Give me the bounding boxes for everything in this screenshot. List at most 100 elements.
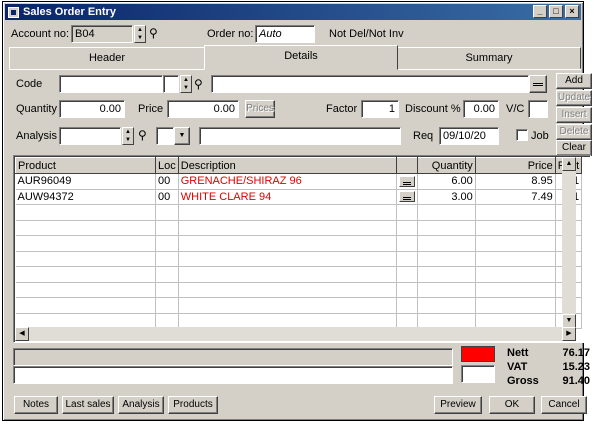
clear-button[interactable]: Clear [556, 140, 592, 156]
ok-button[interactable]: OK [489, 396, 535, 414]
cell-loc: 00 [155, 189, 179, 205]
analysis-label: Analysis [16, 130, 57, 142]
analysis-description-field[interactable] [199, 127, 401, 145]
table-row[interactable] [15, 251, 583, 267]
table-row[interactable] [15, 235, 583, 252]
table-row[interactable] [15, 266, 583, 283]
factor-field[interactable]: 1 [361, 100, 399, 118]
list-dropdown-icon[interactable] [529, 75, 547, 93]
chevron-down-icon[interactable]: ▼ [174, 127, 190, 145]
close-button[interactable]: × [565, 5, 579, 18]
col-loc[interactable]: Loc [155, 157, 179, 174]
analysis-field[interactable] [59, 127, 121, 145]
cell-product: AUR96049 [15, 173, 156, 190]
status-field-1 [13, 348, 453, 366]
quantity-label: Quantity [16, 103, 57, 115]
order-status: Not Del/Not Inv [329, 28, 404, 40]
nett-value: 76.17 [562, 347, 590, 359]
analysis-button[interactable]: Analysis [118, 396, 164, 414]
req-date-field[interactable]: 09/10/20 [439, 127, 499, 145]
list-dropdown-icon[interactable] [396, 173, 418, 190]
table-row[interactable]: AUR96049 00 GRENACHE/SHIRAZ 96 6.00 8.95… [15, 173, 583, 190]
cell-description: WHITE CLARE 94 [178, 189, 397, 205]
table-row[interactable] [15, 220, 583, 236]
code-spinner[interactable]: ▲ ▼ [180, 75, 192, 93]
req-label: Req [413, 130, 434, 142]
price-label: Price [138, 103, 164, 115]
horizontal-scrollbar[interactable]: ◀ ▶ [15, 327, 576, 341]
window-title: Sales Order Entry [23, 6, 116, 18]
account-spinner[interactable]: ▲ ▼ [134, 25, 146, 43]
discount-field[interactable]: 0.00 [463, 100, 499, 118]
job-label: Job [531, 130, 549, 142]
account-label: Account no: [11, 28, 70, 40]
cancel-button[interactable]: Cancel [541, 396, 587, 414]
cell-description: GRENACHE/SHIRAZ 96 [178, 173, 397, 190]
scroll-down-icon[interactable]: ▼ [562, 314, 576, 328]
order-label: Order no: [207, 28, 254, 40]
title-bar: Sales Order Entry _ □ × [5, 4, 581, 20]
gross-label: Gross [507, 375, 539, 387]
col-quantity[interactable]: Quantity [416, 157, 476, 174]
cell-product: AUW94372 [15, 189, 156, 205]
cell-quantity: 3.00 [417, 189, 476, 205]
vat-label: VAT [507, 361, 528, 373]
code-field-suffix[interactable] [163, 75, 179, 93]
analysis-spinner[interactable]: ▲ ▼ [122, 127, 134, 145]
insert-button[interactable]: Insert [556, 107, 592, 123]
delete-button[interactable]: Delete [556, 124, 592, 140]
status-indicator [461, 346, 495, 362]
account-field[interactable]: B04 [71, 25, 133, 43]
preview-button[interactable]: Preview [434, 396, 482, 414]
cell-price: 8.95 [475, 173, 556, 190]
tab-details[interactable]: Details [204, 45, 398, 70]
list-dropdown-icon[interactable] [396, 189, 418, 205]
code-description-field[interactable] [211, 75, 529, 93]
factor-label: Factor [326, 103, 358, 115]
col-price[interactable]: Price [474, 157, 556, 174]
gross-value: 91.40 [562, 375, 590, 387]
status-field-2 [13, 366, 453, 384]
discount-label: Discount % [405, 103, 461, 115]
code-label: Code [16, 78, 43, 90]
binoculars-icon[interactable]: ⚲ [138, 127, 147, 143]
col-description[interactable]: Description [177, 157, 397, 174]
col-product[interactable]: Product [15, 157, 156, 174]
code-field[interactable] [59, 75, 163, 93]
tab-summary[interactable]: Summary [397, 47, 581, 69]
app-icon [8, 6, 19, 18]
last-sales-button[interactable]: Last sales [62, 396, 114, 414]
add-button[interactable]: Add [556, 73, 592, 89]
binoculars-icon[interactable]: ⚲ [149, 25, 158, 41]
vc-field[interactable] [528, 100, 548, 118]
update-button[interactable]: Update [556, 90, 592, 106]
prices-button[interactable]: Prices [245, 100, 275, 118]
job-checkbox[interactable] [516, 129, 528, 141]
maximize-button[interactable]: □ [549, 5, 563, 18]
cell-price: 7.49 [475, 189, 556, 205]
table-row[interactable] [15, 204, 583, 221]
minimize-button[interactable]: _ [533, 5, 547, 18]
table-row[interactable]: AUW94372 00 WHITE CLARE 94 3.00 7.49 1 [15, 189, 583, 205]
scroll-up-icon[interactable]: ▲ [562, 157, 576, 171]
vc-label: V/C [506, 103, 525, 115]
col-lookup [395, 157, 418, 174]
table-row[interactable] [15, 282, 583, 298]
vertical-scrollbar[interactable]: ▲ ▼ [562, 157, 576, 328]
cell-loc: 00 [155, 173, 179, 190]
price-field[interactable]: 0.00 [167, 100, 239, 118]
order-lines-table: Product Loc Description Quantity Price F… [15, 157, 583, 329]
analysis-combo[interactable] [156, 127, 174, 145]
vat-value: 15.23 [562, 361, 590, 373]
notes-button[interactable]: Notes [14, 396, 58, 414]
scroll-right-icon[interactable]: ▶ [562, 327, 576, 341]
order-field[interactable]: Auto [255, 25, 315, 43]
tab-header[interactable]: Header [9, 47, 205, 69]
nett-label: Nett [507, 347, 529, 359]
order-lines-grid[interactable]: Product Loc Description Quantity Price F… [13, 155, 591, 343]
quantity-field[interactable]: 0.00 [59, 100, 125, 118]
binoculars-icon[interactable]: ⚲ [194, 76, 203, 92]
scroll-left-icon[interactable]: ◀ [15, 327, 29, 341]
products-button[interactable]: Products [168, 396, 218, 414]
table-row[interactable] [15, 297, 583, 314]
